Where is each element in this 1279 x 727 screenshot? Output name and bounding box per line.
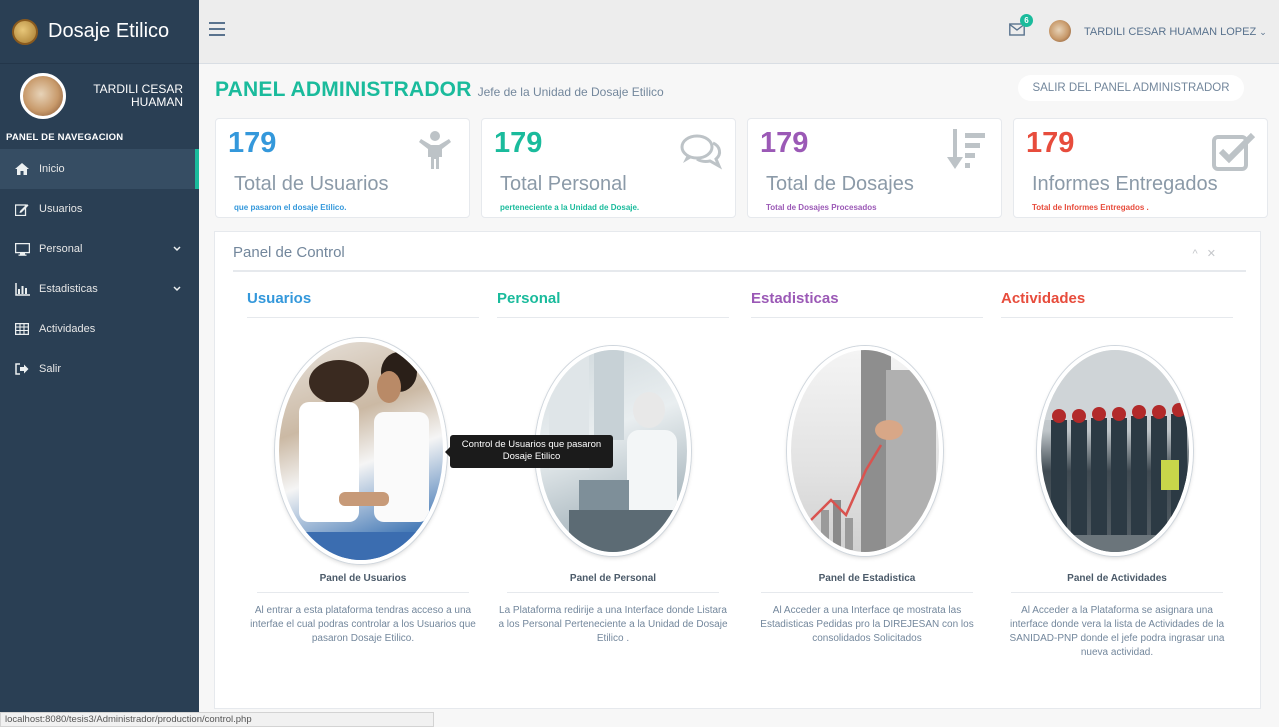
sidebar-item-estadisticas[interactable]: Estadisticas xyxy=(0,269,199,309)
stat-tile-personal: 179 Total Personal perteneciente a la Un… xyxy=(481,118,736,218)
brand[interactable]: Dosaje Etilico xyxy=(0,0,199,64)
profile: TARDILI CESAR HUAMAN xyxy=(0,64,199,122)
brand-logo xyxy=(12,18,38,45)
sort-amount-icon xyxy=(945,129,989,173)
sidebar-item-label: Estadisticas xyxy=(39,283,98,295)
home-icon xyxy=(14,162,30,176)
menu-toggle-icon[interactable] xyxy=(209,22,225,36)
sidebar: Dosaje Etilico TARDILI CESAR HUAMAN PANE… xyxy=(0,0,199,727)
desktop-icon xyxy=(14,242,30,256)
chevron-down-icon xyxy=(173,283,181,295)
collapse-icon[interactable]: ^ xyxy=(1193,248,1198,260)
chevron-down-icon: ⌄ xyxy=(1259,27,1267,37)
card-text: Al Acceder a la Plataforma se asignara u… xyxy=(1009,605,1225,658)
column-heading-actividades: Actividades xyxy=(1001,290,1233,318)
usuarios-image[interactable] xyxy=(275,338,447,564)
sidebar-item-label: Personal xyxy=(39,243,83,255)
divider xyxy=(761,592,973,593)
card-title: Panel de Actividades xyxy=(1067,573,1167,584)
user-name: TARDILI CESAR HUAMAN LOPEZ xyxy=(1084,26,1257,38)
table-icon xyxy=(14,322,30,336)
sign-out-icon xyxy=(14,362,30,376)
child-icon xyxy=(413,129,457,173)
card-text: La Plataforma redirije a una Interface d… xyxy=(498,605,728,644)
user-avatar[interactable] xyxy=(1049,20,1071,42)
column-heading-usuarios: Usuarios xyxy=(247,290,479,318)
stat-count: 179 xyxy=(494,127,543,159)
stat-tile-dosajes: 179 Total de Dosajes Total de Dosajes Pr… xyxy=(747,118,1002,218)
stat-desc: perteneciente a la Unidad de Dosaje. xyxy=(500,203,640,212)
card-title: Panel de Personal xyxy=(569,573,657,584)
divider xyxy=(233,270,1246,272)
sidebar-item-personal[interactable]: Personal xyxy=(0,229,199,269)
profile-name: TARDILI CESAR HUAMAN xyxy=(93,82,183,109)
stat-count: 179 xyxy=(760,127,809,159)
sidebar-item-inicio[interactable]: Inicio xyxy=(0,149,199,189)
sidebar-item-usuarios[interactable]: Usuarios xyxy=(0,189,199,229)
sidebar-nav: Inicio Usuarios Personal Estadisticas Ac… xyxy=(0,149,199,389)
bar-chart-icon xyxy=(14,282,30,296)
sidebar-item-label: Inicio xyxy=(39,163,65,175)
divider xyxy=(257,592,469,593)
panel-tools: ^ ✕ xyxy=(1193,247,1216,260)
stat-label: Total Personal xyxy=(500,173,627,195)
page-heading: PANEL ADMINISTRADOR xyxy=(215,78,472,101)
card-title: Panel de Estadistica xyxy=(818,573,916,584)
divider xyxy=(507,592,719,593)
stat-desc: que pasaron el dosaje Etilico. xyxy=(234,203,347,212)
column-heading-personal: Personal xyxy=(497,290,729,318)
card-title: Panel de Usuarios xyxy=(319,573,407,584)
tooltip: Control de Usuarios que pasaron Dosaje E… xyxy=(445,435,613,468)
exit-admin-button[interactable]: SALIR DEL PANEL ADMINISTRADOR xyxy=(1018,75,1244,101)
mail-count-badge: 6 xyxy=(1020,14,1033,27)
column-heading-estadisticas: Estadisticas xyxy=(751,290,983,318)
stat-desc: Total de Informes Entregados . xyxy=(1032,203,1149,212)
stat-label: Total de Dosajes xyxy=(766,173,914,195)
actividades-image[interactable] xyxy=(1037,346,1193,556)
stat-tile-informes: 179 Informes Entregados Total de Informe… xyxy=(1013,118,1268,218)
browser-status-bar: localhost:8080/tesis3/Administrador/prod… xyxy=(0,712,434,727)
stat-count: 179 xyxy=(1026,127,1075,159)
sidebar-item-label: Actividades xyxy=(39,323,96,335)
stat-tile-usuarios: 179 Total de Usuarios que pasaron el dos… xyxy=(215,118,470,218)
stat-desc: Total de Dosajes Procesados xyxy=(766,203,877,212)
chevron-down-icon xyxy=(173,243,181,255)
stat-count: 179 xyxy=(228,127,277,159)
sidebar-item-salir[interactable]: Salir xyxy=(0,349,199,389)
card-text: Al Acceder a una Interface qe mostrata l… xyxy=(760,605,974,644)
sidebar-item-label: Salir xyxy=(39,363,62,375)
divider xyxy=(1011,592,1223,593)
top-nav: 6 TARDILI CESAR HUAMAN LOPEZ ⌄ xyxy=(199,0,1279,64)
panel-title: Panel de Control xyxy=(233,244,345,261)
profile-avatar xyxy=(20,73,66,119)
page-title: PANEL ADMINISTRADOR Jefe de la Unidad de… xyxy=(215,78,664,102)
check-square-icon xyxy=(1211,129,1256,173)
user-menu[interactable]: TARDILI CESAR HUAMAN LOPEZ ⌄ xyxy=(1084,26,1267,38)
control-panel: Panel de Control ^ ✕ Usuarios Panel de U… xyxy=(214,231,1261,709)
sidebar-item-label: Usuarios xyxy=(39,203,83,215)
nav-title: PANEL DE NAVEGACION xyxy=(6,132,124,143)
page-subtitle: Jefe de la Unidad de Dosaje Etilico xyxy=(477,85,664,99)
sidebar-item-actividades[interactable]: Actividades xyxy=(0,309,199,349)
stat-label: Total de Usuarios xyxy=(234,173,389,195)
estadisticas-image[interactable] xyxy=(787,346,943,556)
edit-icon xyxy=(14,202,30,216)
comments-icon xyxy=(679,129,723,173)
close-icon[interactable]: ✕ xyxy=(1207,248,1216,260)
card-text: Al entrar a esta plataforma tendras acce… xyxy=(250,605,476,644)
brand-name: Dosaje Etilico xyxy=(48,20,170,42)
stat-label: Informes Entregados xyxy=(1032,173,1218,195)
